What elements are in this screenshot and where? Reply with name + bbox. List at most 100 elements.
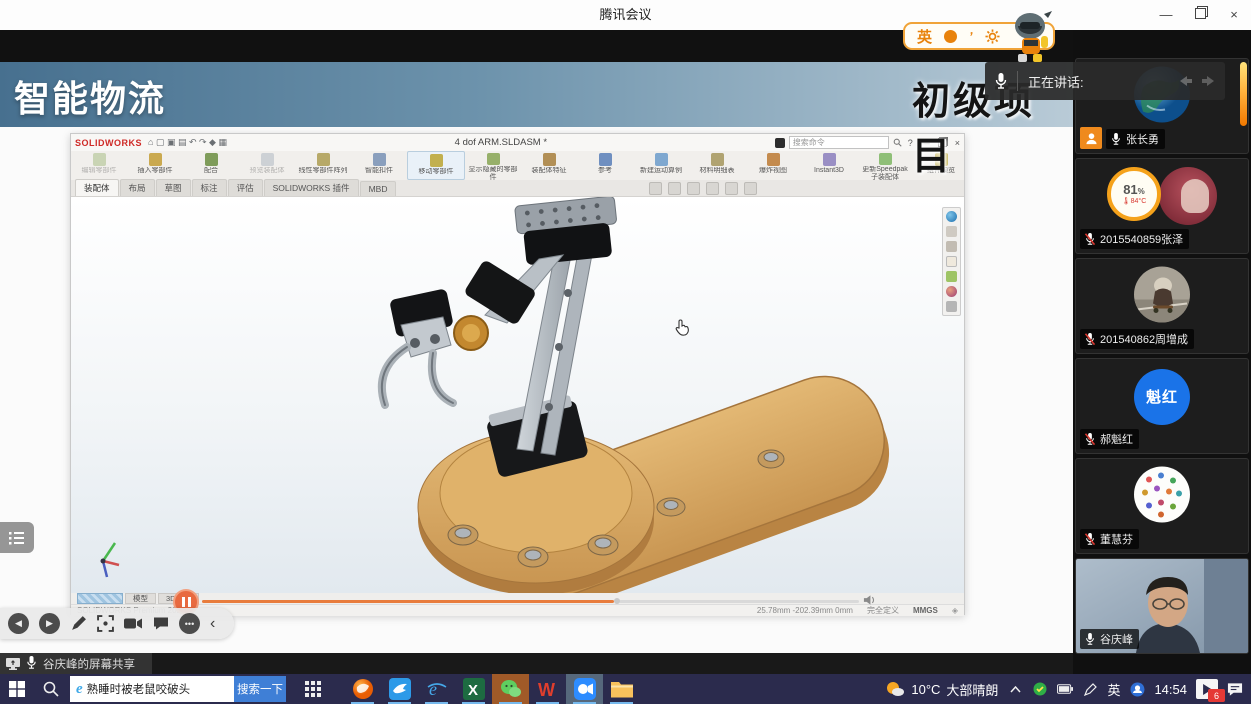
camera-icon[interactable]: [124, 616, 143, 631]
ribbon-button-线性零部件阵列[interactable]: 线性零部件阵列: [295, 151, 351, 180]
ime-pen-icon[interactable]: ʼ: [967, 28, 974, 43]
previous-slide-button[interactable]: ◀: [8, 613, 29, 634]
translate-tray-icon[interactable]: [1129, 681, 1145, 697]
ime-gear-icon[interactable]: [985, 29, 1000, 44]
taskbar-search-button[interactable]: [34, 674, 68, 704]
sw-tab-装配体[interactable]: 装配体: [75, 179, 119, 196]
taskbar-app-thunder[interactable]: [381, 674, 418, 704]
display-style-icon[interactable]: [706, 182, 719, 195]
taskbar-app-wechat[interactable]: [492, 674, 529, 704]
command-search-input[interactable]: 搜索命令: [789, 136, 889, 149]
status-options-icon[interactable]: ◈: [952, 606, 958, 615]
taskbar-app-ie[interactable]: e: [418, 674, 455, 704]
media-player-tray-icon[interactable]: 6: [1196, 679, 1218, 699]
status-units[interactable]: MMGS: [913, 606, 938, 615]
arrow-back-icon: [1177, 73, 1195, 89]
tray-expand-chevron[interactable]: [1007, 681, 1023, 697]
action-center-button[interactable]: [1227, 681, 1243, 697]
taskbar-app-sogou-browser[interactable]: [344, 674, 381, 704]
model-tab-模型[interactable]: 模型: [125, 593, 156, 604]
taskbar-search-box[interactable]: e 熟睡时被老鼠咬破头: [70, 676, 234, 702]
ime-mode-dot-icon[interactable]: [944, 30, 957, 43]
participant-tile-郝魁红[interactable]: 魁红 郝魁红: [1075, 358, 1249, 454]
tab-scroll-strip[interactable]: [77, 593, 123, 604]
sw-tab-标注[interactable]: 标注: [192, 179, 227, 196]
command-search[interactable]: 搜索命令: [775, 136, 902, 149]
quick-access-toolbar[interactable]: ⌂ ▢ ▣ ▤ ↶ ↷ ◆ ▦: [148, 137, 227, 148]
start-button[interactable]: [0, 674, 34, 704]
ribbon-icon: [487, 153, 500, 165]
participant-tile-董慧芬[interactable]: 董慧芬: [1075, 458, 1249, 554]
comment-icon[interactable]: [153, 616, 169, 631]
taskbar-app-file-explorer[interactable]: [603, 674, 640, 704]
ribbon-button-爆炸视图[interactable]: 爆炸视图: [745, 151, 801, 180]
ribbon-button-移动零部件[interactable]: 移动零部件: [407, 151, 465, 180]
video-volume-icon[interactable]: [863, 594, 876, 606]
more-options-button[interactable]: •••: [179, 613, 200, 634]
ribbon-button-显示隐藏的零部件[interactable]: 显示隐藏的零部件: [465, 151, 521, 180]
taskbar-clock[interactable]: 14:54: [1154, 682, 1187, 697]
participant-tile-2015540859张泽[interactable]: 81% 🌡84°C 2015540859张泽: [1075, 158, 1249, 254]
next-slide-button[interactable]: ▶: [39, 613, 60, 634]
view-orientation-icon[interactable]: [687, 182, 700, 195]
taskbar-app-tencent-meeting[interactable]: [566, 674, 603, 704]
ribbon-button-新建运动算例[interactable]: 新建运动算例: [633, 151, 689, 180]
graphics-viewport[interactable]: [71, 197, 964, 593]
taskbar-app-excel[interactable]: X: [455, 674, 492, 704]
appearances-icon[interactable]: [946, 286, 957, 297]
hide-show-items-icon[interactable]: [725, 182, 738, 195]
ribbon-button-材料明细表[interactable]: 材料明细表: [689, 151, 745, 180]
search-submit-button[interactable]: 搜索一下: [234, 676, 286, 702]
home-icon[interactable]: [946, 226, 957, 237]
restore-button[interactable]: [1183, 0, 1217, 30]
file-explorer-pane-icon[interactable]: [946, 256, 957, 267]
pen-tool-icon[interactable]: [70, 615, 87, 632]
video-progress-remaining[interactable]: [619, 600, 859, 603]
close-button[interactable]: ×: [1217, 0, 1251, 30]
participant-tile-201540862周增成[interactable]: 201540862周增成: [1075, 258, 1249, 354]
svg-text:W: W: [538, 680, 555, 700]
laser-select-icon[interactable]: [97, 615, 114, 632]
weather-widget[interactable]: 10°C 大部晴朗: [885, 680, 998, 699]
ribbon-button-更新Speedpak子装配体[interactable]: 更新Speedpak子装配体: [857, 151, 913, 180]
view-palette-icon[interactable]: [946, 271, 957, 282]
video-progress-knob[interactable]: [614, 598, 620, 604]
heads-up-view-toolbar[interactable]: [649, 182, 757, 195]
zoom-fit-icon[interactable]: [649, 182, 662, 195]
pen-tray-icon[interactable]: [1082, 681, 1098, 697]
view-sphere-icon[interactable]: [946, 211, 957, 222]
participant-tile-谷庆峰[interactable]: 谷庆峰: [1075, 558, 1249, 654]
battery-tray-icon[interactable]: [1057, 681, 1073, 697]
custom-properties-icon[interactable]: [946, 301, 957, 312]
search-icon[interactable]: [893, 138, 902, 147]
input-language-indicator[interactable]: 英: [1107, 680, 1120, 699]
slide-title-left: 智能物流: [14, 70, 166, 122]
ribbon-icon: [711, 153, 724, 166]
ribbon-button-插入零部件[interactable]: 插入零部件: [127, 151, 183, 180]
ribbon-icon: [93, 153, 106, 166]
ime-language-label[interactable]: 英: [917, 26, 932, 47]
sw-tab-评估[interactable]: 评估: [228, 179, 263, 196]
sw-tab-MBD[interactable]: MBD: [360, 181, 397, 196]
collapse-toolbar-button[interactable]: ‹: [210, 615, 215, 633]
taskbar-app-wps[interactable]: W: [529, 674, 566, 704]
ribbon-button-参考[interactable]: 参考: [577, 151, 633, 180]
design-library-icon[interactable]: [946, 241, 957, 252]
search-query-text[interactable]: 熟睡时被老鼠咬破头: [87, 681, 234, 697]
sw-tab-SOLIDWORKS 插件[interactable]: SOLIDWORKS 插件: [264, 179, 359, 196]
sw-tab-布局[interactable]: 布局: [120, 179, 155, 196]
ribbon-button-Instant3D[interactable]: Instant3D: [801, 151, 857, 180]
task-pane-strip[interactable]: [942, 207, 961, 316]
ribbon-button-装配体特征[interactable]: 装配体特征: [521, 151, 577, 180]
minimize-button[interactable]: —: [1149, 0, 1183, 30]
video-progress-filled[interactable]: [202, 600, 614, 603]
antivirus-tray-icon[interactable]: [1032, 681, 1048, 697]
appearance-icon[interactable]: [744, 182, 757, 195]
ribbon-button-智能扣件[interactable]: 智能扣件: [351, 151, 407, 180]
zoom-area-icon[interactable]: [668, 182, 681, 195]
task-view-button[interactable]: [296, 674, 330, 704]
outline-panel-handle[interactable]: [0, 522, 34, 553]
sw-tab-草图[interactable]: 草图: [156, 179, 191, 196]
ribbon-icon: [599, 153, 612, 166]
ribbon-button-配合[interactable]: 配合: [183, 151, 239, 180]
